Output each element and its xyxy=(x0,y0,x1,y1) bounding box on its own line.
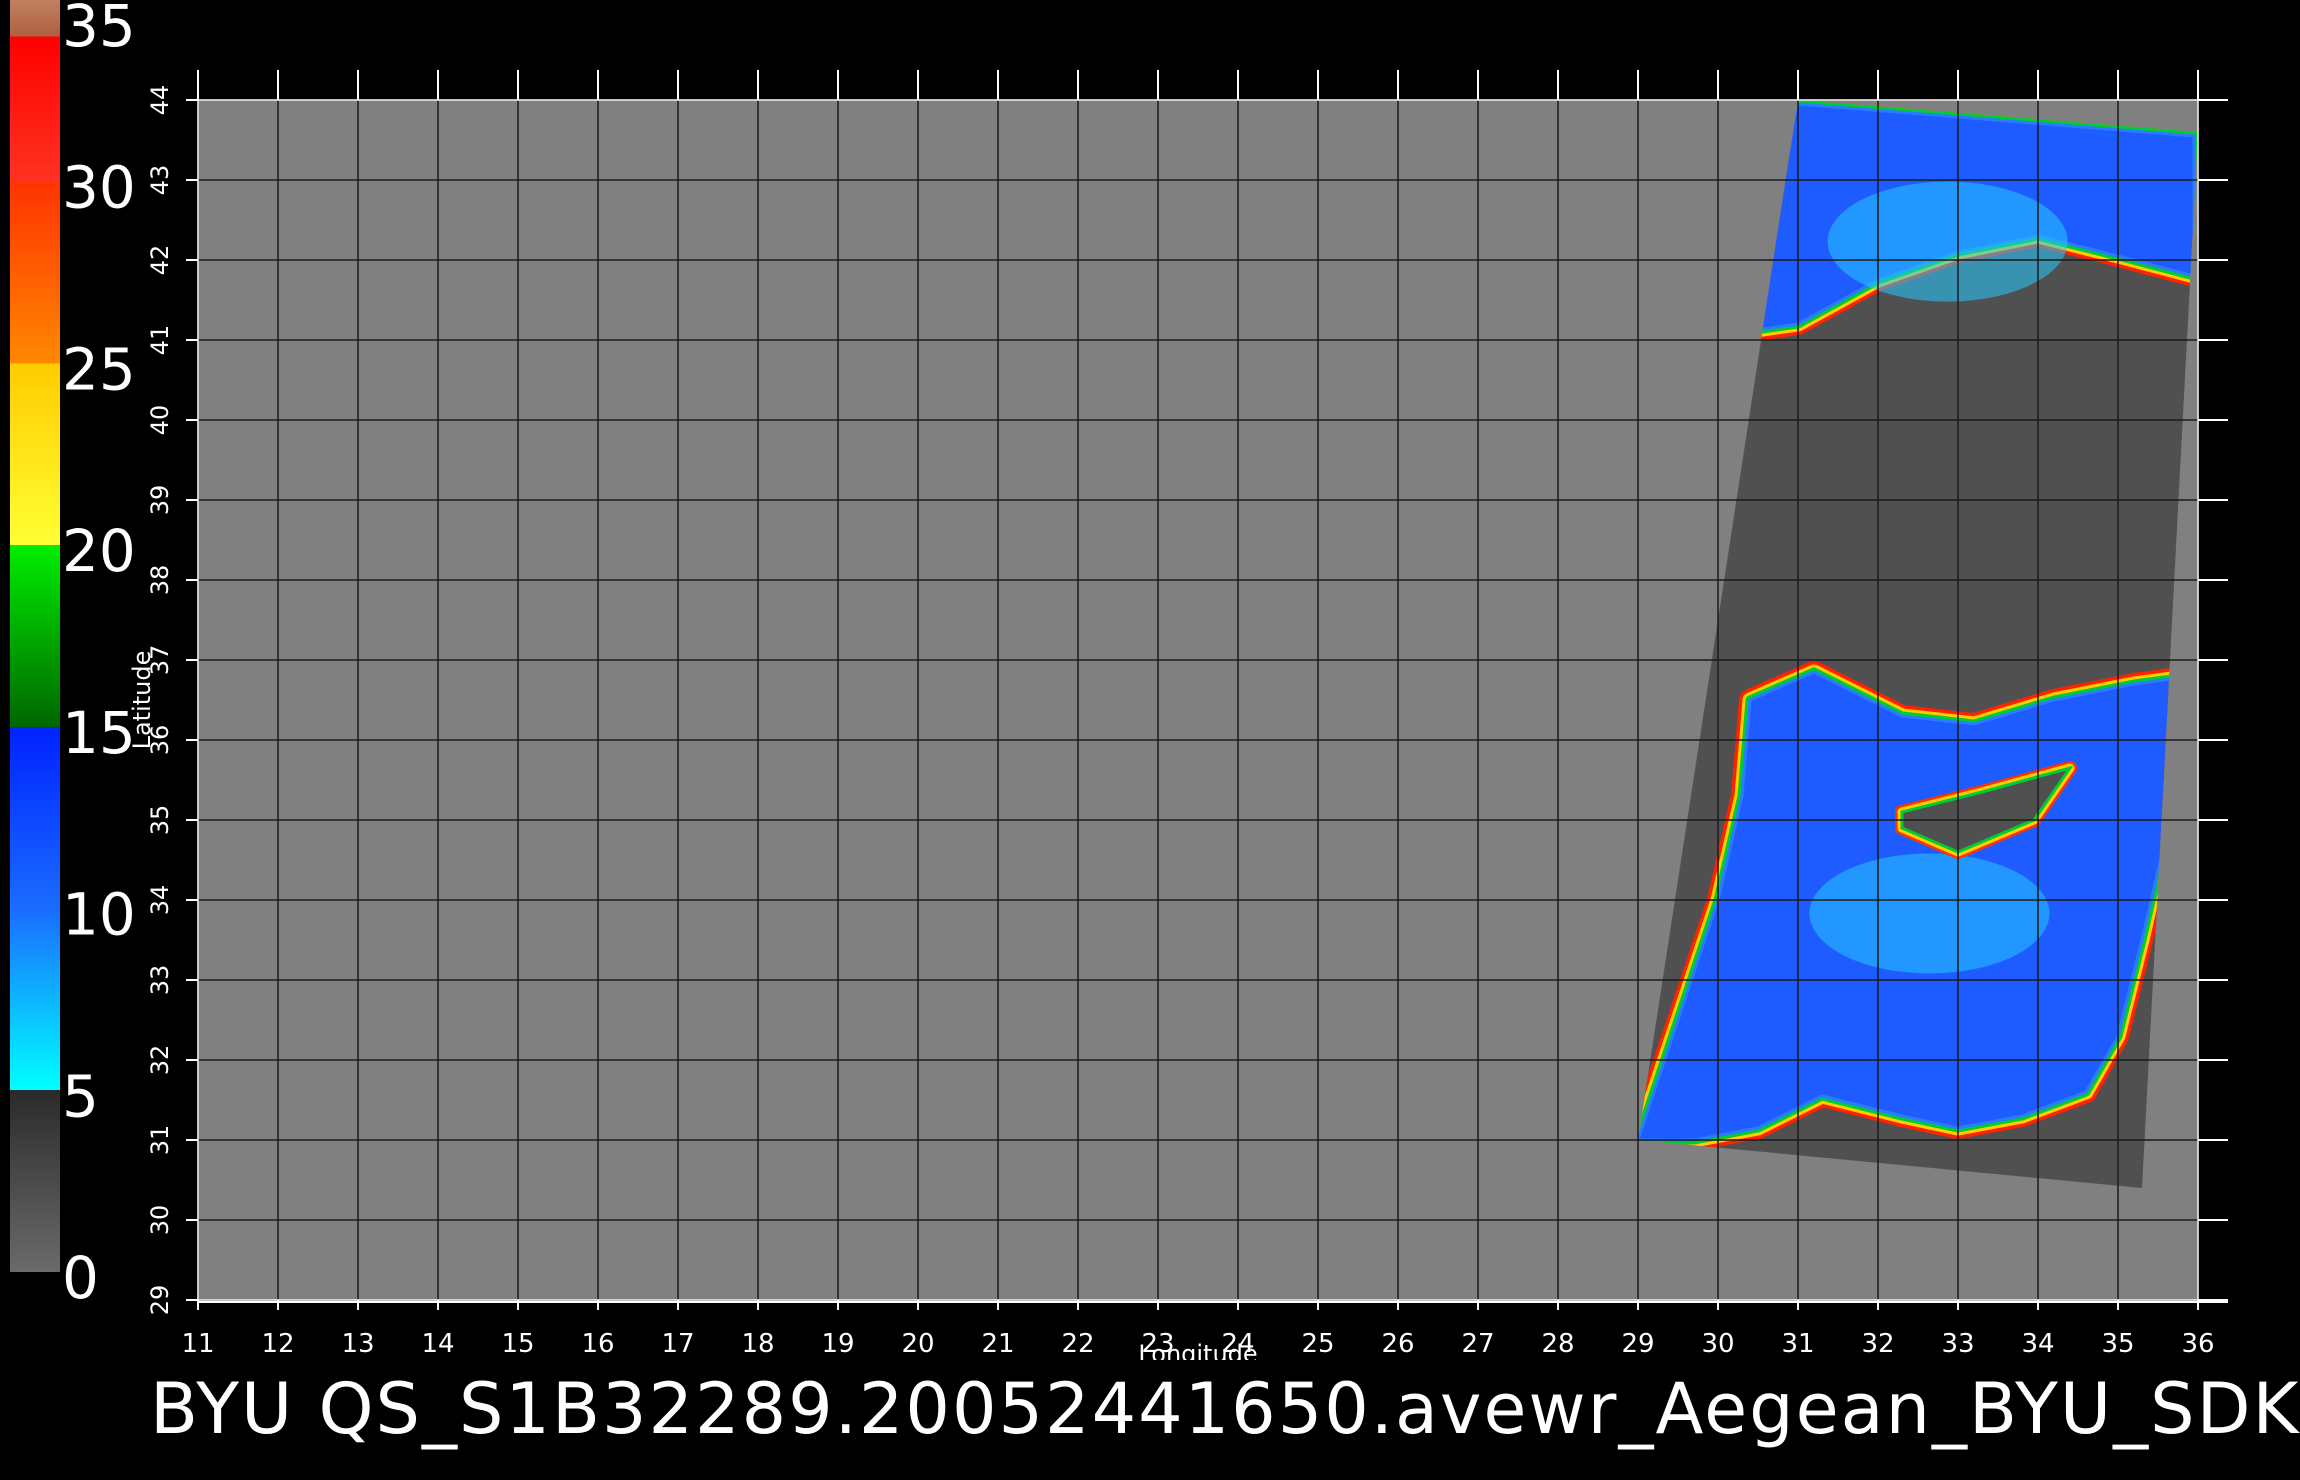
x-tick-label: 30 xyxy=(1701,1329,1734,1359)
colorbar-tick-label: 30 xyxy=(62,154,136,222)
chart-stage: 0 5 10 15 20 25 30 35 11 12 13 14 15 16 17 18 19 20 21 22 2… xyxy=(0,0,2300,1480)
x-tick-label: 11 xyxy=(181,1329,214,1359)
y-tick-label: 33 xyxy=(146,965,174,996)
x-tick-label: 22 xyxy=(1061,1329,1094,1359)
colorbar-tick-label: 15 xyxy=(62,699,136,767)
y-tick-label: 43 xyxy=(146,165,174,196)
x-tick-label: 36 xyxy=(2181,1329,2214,1359)
y-tick-label: 32 xyxy=(146,1045,174,1076)
y-tick-label: 30 xyxy=(146,1205,174,1236)
y-tick-label: 40 xyxy=(146,405,174,436)
x-tick-label: 14 xyxy=(421,1329,454,1359)
x-tick-label: 28 xyxy=(1541,1329,1574,1359)
x-tick-label: 32 xyxy=(1861,1329,1894,1359)
x-tick-label: 20 xyxy=(901,1329,934,1359)
y-tick-label: 29 xyxy=(146,1285,174,1316)
colorbar-tick-label: 0 xyxy=(62,1244,99,1312)
x-tick-label: 19 xyxy=(821,1329,854,1359)
x-axis-label: Longitude xyxy=(1138,1340,1257,1360)
x-tick-label: 13 xyxy=(341,1329,374,1359)
product-caption: BYU QS_S1B32289.20052441650.avewr_Aegean… xyxy=(150,1368,2300,1450)
x-tick-label: 34 xyxy=(2021,1329,2054,1359)
x-tick-label: 35 xyxy=(2101,1329,2134,1359)
x-tick-label: 29 xyxy=(1621,1329,1654,1359)
y-tick-label: 41 xyxy=(146,325,174,356)
colorbar-tick-label: 25 xyxy=(62,335,136,403)
colorbar-tick-label: 20 xyxy=(62,517,136,585)
y-tick-label: 44 xyxy=(146,85,174,116)
x-tick-label: 31 xyxy=(1781,1329,1814,1359)
y-axis-label: Latitude xyxy=(128,651,156,750)
wind-speed-map: 0 5 10 15 20 25 30 35 11 12 13 14 15 16 17 18 19 20 21 22 2… xyxy=(10,0,2228,1360)
colorbar-tick-label: 35 xyxy=(62,0,136,60)
low-wind-patch xyxy=(1827,181,2068,302)
colorbar-tick-labels: 0 5 10 15 20 25 30 35 xyxy=(62,0,136,1312)
y-tick-label: 34 xyxy=(146,885,174,916)
y-tick-label: 39 xyxy=(146,485,174,516)
y-tick-label: 38 xyxy=(146,565,174,596)
y-tick-label: 31 xyxy=(146,1125,174,1156)
y-tick-label: 35 xyxy=(146,805,174,836)
colorbar-tick-label: 5 xyxy=(62,1062,99,1130)
low-wind-patch xyxy=(1809,853,2050,974)
x-tick-label: 33 xyxy=(1941,1329,1974,1359)
x-tick-label: 17 xyxy=(661,1329,694,1359)
colorbar-tick-label: 10 xyxy=(62,881,136,949)
x-tick-label: 15 xyxy=(501,1329,534,1359)
x-tick-label: 18 xyxy=(741,1329,774,1359)
x-tick-label: 27 xyxy=(1461,1329,1494,1359)
x-tick-label: 21 xyxy=(981,1329,1014,1359)
y-tick-label: 42 xyxy=(146,245,174,276)
x-tick-label: 16 xyxy=(581,1329,614,1359)
colorbar xyxy=(10,0,60,1272)
x-tick-label: 12 xyxy=(261,1329,294,1359)
x-tick-label: 25 xyxy=(1301,1329,1334,1359)
x-tick-label: 26 xyxy=(1381,1329,1414,1359)
